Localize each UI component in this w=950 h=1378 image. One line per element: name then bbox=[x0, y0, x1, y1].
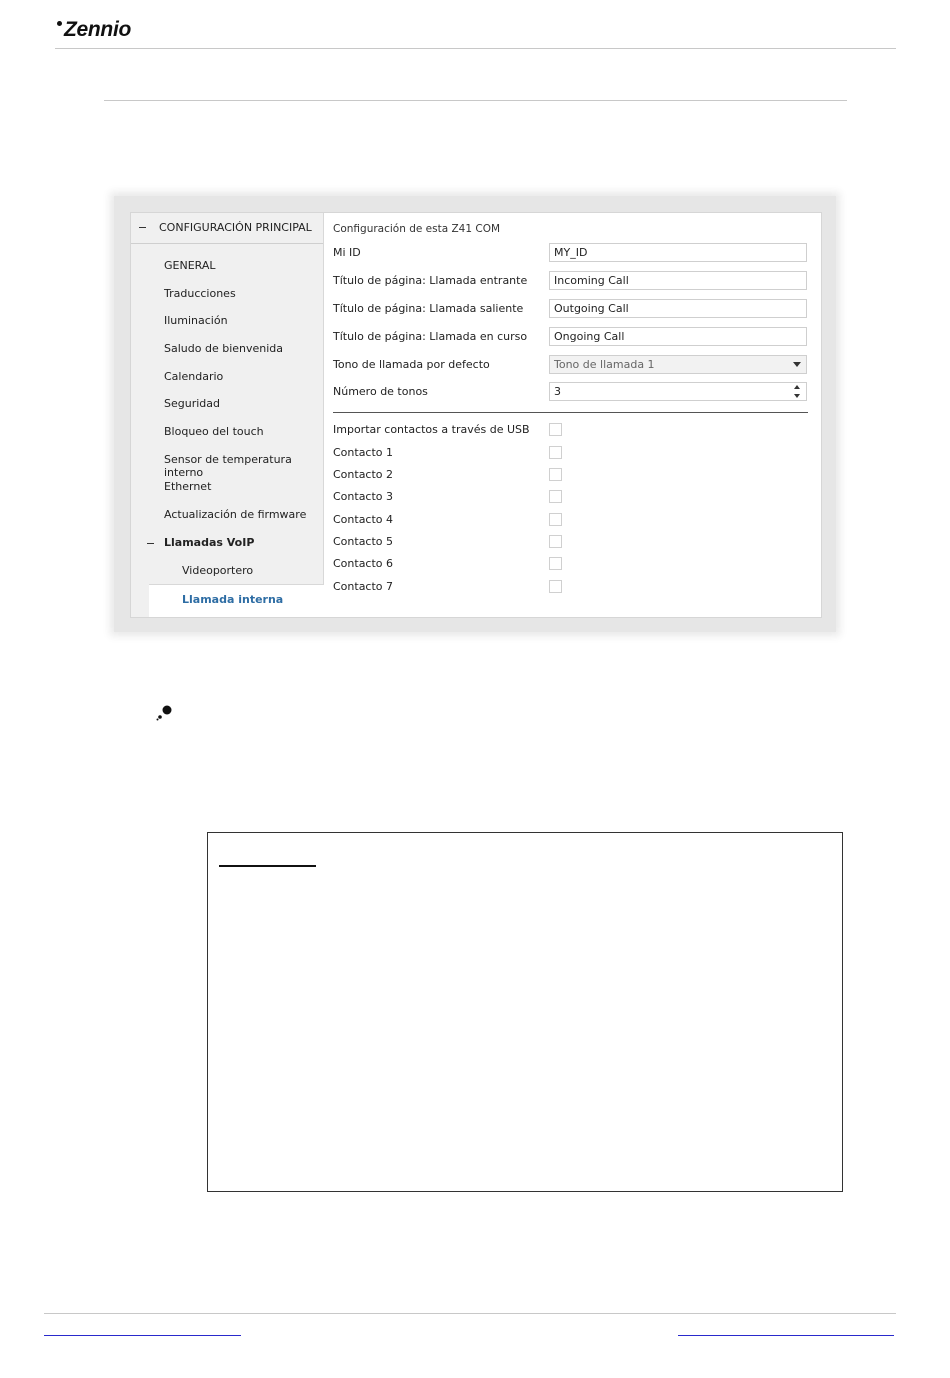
label-titulo-en-curso: Título de página: Llamada en curso bbox=[333, 330, 528, 343]
label-mi-id: Mi ID bbox=[333, 246, 361, 259]
titulo-saliente-input[interactable]: Outgoing Call bbox=[549, 299, 807, 318]
footer-link-left[interactable] bbox=[44, 1335, 241, 1336]
dropdown-arrow-icon[interactable] bbox=[793, 362, 801, 367]
contacto-2-checkbox[interactable] bbox=[549, 468, 562, 481]
parameter-panel: Configuración de esta Z41 COM Mi ID MY_I… bbox=[324, 213, 821, 617]
collapse-icon[interactable] bbox=[139, 227, 146, 228]
label-contacto-2: Contacto 2 bbox=[333, 468, 394, 481]
tree-item-general[interactable]: GENERAL bbox=[164, 259, 216, 272]
tree-item-traducciones[interactable]: Traducciones bbox=[164, 287, 236, 300]
tree-item-saludo[interactable]: Saludo de bienvenida bbox=[164, 342, 283, 355]
spin-down-icon[interactable] bbox=[794, 394, 800, 398]
parameter-tree: CONFIGURACIÓN PRINCIPAL GENERAL Traducci… bbox=[131, 213, 324, 617]
contacto-3-checkbox[interactable] bbox=[549, 490, 562, 503]
tree-root-main-config[interactable]: CONFIGURACIÓN PRINCIPAL bbox=[131, 213, 323, 244]
tree-item-iluminacion[interactable]: Iluminación bbox=[164, 314, 228, 327]
label-tono-defecto: Tono de llamada por defecto bbox=[333, 358, 490, 371]
numero-tonos-value: 3 bbox=[554, 385, 561, 398]
zennio-logo: Zennio bbox=[57, 18, 131, 42]
importar-usb-checkbox[interactable] bbox=[549, 423, 562, 436]
header-divider bbox=[55, 48, 896, 49]
tree-item-ethernet[interactable]: Ethernet bbox=[164, 480, 211, 493]
footer-link-right[interactable] bbox=[678, 1335, 894, 1336]
label-contacto-3: Contacto 3 bbox=[333, 490, 394, 503]
collapse-icon[interactable] bbox=[147, 543, 154, 544]
bullet-icon bbox=[156, 705, 172, 721]
contacto-5-checkbox[interactable] bbox=[549, 535, 562, 548]
label-contacto-5: Contacto 5 bbox=[333, 535, 394, 548]
label-importar-usb: Importar contactos a través de USB bbox=[333, 423, 530, 436]
label-contacto-6: Contacto 6 bbox=[333, 557, 394, 570]
section-divider bbox=[104, 100, 847, 101]
label-contacto-7: Contacto 7 bbox=[333, 580, 394, 593]
tree-item-sensor-temperatura[interactable]: Sensor de temperatura interno bbox=[164, 453, 323, 479]
tree-item-videoportero[interactable]: Videoportero bbox=[182, 564, 253, 577]
label-contacto-4: Contacto 4 bbox=[333, 513, 394, 526]
note-box bbox=[207, 832, 843, 1192]
titulo-en-curso-input[interactable]: Ongoing Call bbox=[549, 327, 807, 346]
tree-root-label: CONFIGURACIÓN PRINCIPAL bbox=[159, 221, 312, 234]
note-title-underline bbox=[219, 865, 316, 867]
tree-item-llamada-interna[interactable]: Llamada interna bbox=[149, 584, 324, 617]
spin-up-icon[interactable] bbox=[794, 385, 800, 389]
label-numero-tonos: Número de tonos bbox=[333, 385, 428, 398]
contacto-1-checkbox[interactable] bbox=[549, 446, 562, 459]
tono-defecto-select[interactable]: Tono de llamada 1 bbox=[549, 355, 807, 374]
numero-tonos-stepper[interactable]: 3 bbox=[549, 382, 807, 401]
panel-separator bbox=[333, 412, 808, 413]
contacto-7-checkbox[interactable] bbox=[549, 580, 562, 593]
tree-item-bloqueo[interactable]: Bloqueo del touch bbox=[164, 425, 264, 438]
tree-group-voip[interactable]: Llamadas VoIP bbox=[131, 533, 323, 553]
panel-title: Configuración de esta Z41 COM bbox=[333, 223, 501, 235]
label-titulo-saliente: Título de página: Llamada saliente bbox=[333, 302, 524, 315]
contacto-6-checkbox[interactable] bbox=[549, 557, 562, 570]
label-titulo-entrante: Título de página: Llamada entrante bbox=[333, 274, 528, 287]
footer-divider bbox=[44, 1313, 896, 1314]
contacto-4-checkbox[interactable] bbox=[549, 513, 562, 526]
tono-defecto-value: Tono de llamada 1 bbox=[554, 358, 655, 371]
label-contacto-1: Contacto 1 bbox=[333, 446, 394, 459]
parameters-window: CONFIGURACIÓN PRINCIPAL GENERAL Traducci… bbox=[130, 212, 822, 618]
tree-item-seguridad[interactable]: Seguridad bbox=[164, 397, 220, 410]
tree-group-label: Llamadas VoIP bbox=[164, 536, 255, 549]
tree-item-calendario[interactable]: Calendario bbox=[164, 370, 223, 383]
tree-item-selected-label: Llamada interna bbox=[182, 593, 284, 606]
tree-item-firmware[interactable]: Actualización de firmware bbox=[164, 508, 306, 521]
mi-id-input[interactable]: MY_ID bbox=[549, 243, 807, 262]
titulo-entrante-input[interactable]: Incoming Call bbox=[549, 271, 807, 290]
